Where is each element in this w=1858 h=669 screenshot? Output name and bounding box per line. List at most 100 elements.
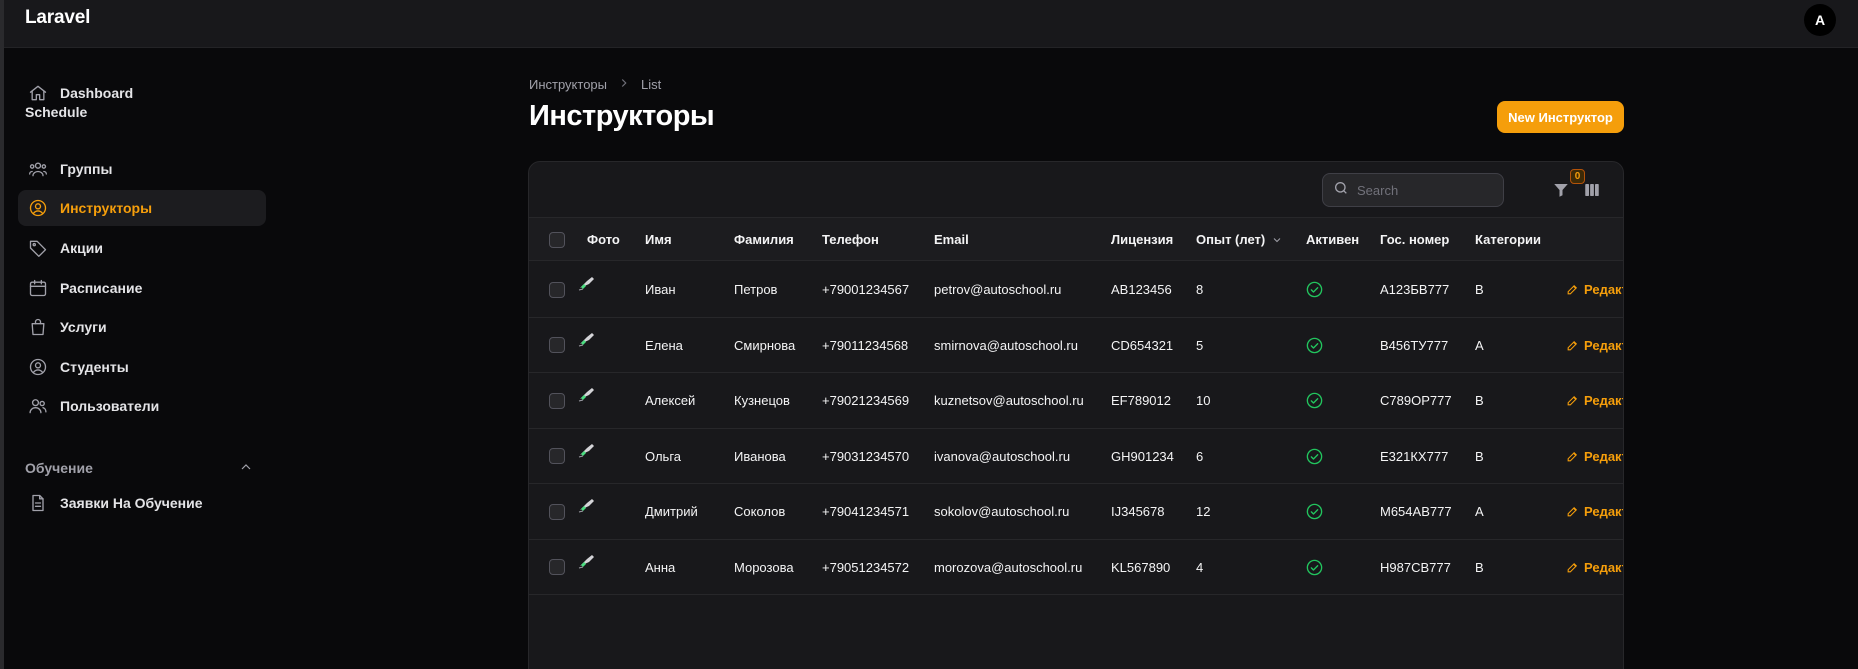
chevron-up-icon[interactable]	[238, 459, 254, 475]
table-toolbar: 0	[529, 162, 1623, 218]
edit-icon	[1567, 284, 1578, 295]
column-header-categories: Категории	[1475, 232, 1542, 247]
new-instructor-button[interactable]: New Инструктор	[1497, 101, 1624, 133]
cell-category: B	[1475, 448, 1484, 464]
breadcrumb: Инструкторы List	[529, 76, 661, 93]
row-checkbox[interactable]	[549, 559, 565, 575]
table-row[interactable]: Иван Петров +79001234567 petrov@autoschool.…	[529, 262, 1623, 318]
sidebar-item-services[interactable]: Услуги	[18, 309, 266, 345]
check-circle-icon	[1305, 540, 1324, 595]
columns-icon[interactable]	[1583, 181, 1601, 199]
sidebar-item-label: Акции	[60, 240, 103, 256]
cell-first-name: Елена	[645, 337, 683, 353]
select-all-cell	[549, 218, 565, 261]
column-header-experience[interactable]: Опыт (лет)	[1196, 218, 1283, 261]
sidebar-item-schedule[interactable]: Расписание	[18, 270, 266, 306]
sidebar-item-label: Dashboard	[60, 85, 134, 101]
cell-plate: В456ТУ777	[1380, 337, 1449, 353]
sidebar-group-training[interactable]: Обучение	[25, 460, 93, 476]
photo-icon	[578, 386, 596, 402]
cell-license: AB123456	[1111, 282, 1172, 297]
column-header-last-name: Фамилия	[734, 232, 794, 247]
cell-last-name: Соколов	[734, 504, 786, 519]
chevron-down-icon	[1273, 237, 1281, 242]
filter-icon[interactable]	[1552, 181, 1570, 199]
table-row[interactable]: Дмитрий Соколов +79041234571 sokolov@autosc…	[529, 484, 1623, 540]
table-row[interactable]: Ольга Иванова +79031234570 ivanova@autoscho…	[529, 429, 1624, 484]
cell-last-name: Кузнецов	[734, 393, 790, 408]
search-input[interactable]	[1357, 182, 1497, 198]
row-checkbox[interactable]	[549, 392, 565, 409]
cell-plate: Е321КХ777	[1380, 448, 1449, 464]
edit-button[interactable]: Редактировать	[1566, 373, 1623, 428]
table-row[interactable]: Анна Морозова +79051234572 morozova@autosch…	[529, 540, 1624, 595]
cell-email: ivanova@autoschool.ru	[934, 448, 1071, 464]
row-select-cell	[549, 318, 565, 373]
cell-experience: 5	[1196, 337, 1204, 353]
users-group-icon	[28, 159, 48, 179]
row-select-cell	[549, 262, 565, 317]
edit-button[interactable]: Редактировать	[1566, 318, 1623, 373]
row-checkbox[interactable]	[549, 337, 565, 353]
cell-first-name: Анна	[645, 559, 676, 575]
photo-icon	[578, 553, 596, 569]
sidebar-item-promotions[interactable]: Акции	[18, 230, 266, 266]
cell-category: B	[1475, 282, 1484, 297]
edit-label: Редактировать	[1584, 448, 1624, 464]
edit-label: Редактировать	[1584, 282, 1624, 297]
cell-first-name: Алексей	[645, 393, 696, 408]
chevron-right-icon	[617, 76, 631, 93]
cell-last-name: Смирнова	[734, 337, 796, 353]
edit-button[interactable]: Редактировать	[1566, 540, 1624, 595]
sidebar-item-training-requests[interactable]: Заявки На Обучение	[18, 485, 266, 521]
edit-button[interactable]: Редактировать	[1566, 429, 1624, 484]
table-row[interactable]: Алексей Кузнецов +79021234569 kuznetsov@aut…	[529, 373, 1623, 429]
calendar-icon	[28, 278, 48, 298]
row-checkbox[interactable]	[549, 281, 565, 298]
photo-icon	[578, 442, 596, 458]
search-field[interactable]	[1322, 173, 1504, 207]
check-circle-icon	[1305, 484, 1324, 539]
breadcrumb-parent[interactable]: Инструкторы	[529, 77, 607, 92]
row-checkbox[interactable]	[549, 503, 565, 520]
sidebar-item-instructors[interactable]: Инструкторы	[18, 190, 266, 226]
cell-phone: +79031234570	[822, 448, 910, 464]
sidebar: Dashboard Schedule Группы Инструкторы Ак…	[4, 48, 276, 669]
sidebar-item-label: Инструкторы	[60, 200, 153, 216]
column-header-plate: Гос. номер	[1380, 232, 1450, 247]
cell-plate: М654АВ777	[1380, 504, 1452, 519]
cell-email: sokolov@autoschool.ru	[934, 504, 1070, 519]
column-header-first-name: Имя	[645, 232, 672, 247]
cell-phone: +79001234567	[822, 282, 910, 297]
sidebar-item-students[interactable]: Студенты	[18, 349, 266, 385]
edit-button[interactable]: Редактировать	[1566, 262, 1624, 317]
photo-icon	[578, 331, 596, 347]
edit-label: Редактировать	[1584, 504, 1624, 519]
sidebar-item-groups[interactable]: Группы	[18, 151, 266, 187]
edit-icon	[1567, 395, 1578, 406]
shopping-bag-icon	[28, 317, 48, 337]
column-header-photo: Фото	[587, 232, 620, 247]
edit-icon	[1567, 562, 1578, 572]
cell-email: petrov@autoschool.ru	[934, 282, 1062, 297]
cell-plate: Н987СВ777	[1380, 559, 1451, 575]
cell-first-name: Дмитрий	[645, 504, 698, 519]
user-avatar[interactable]: A	[1804, 4, 1836, 36]
users-icon	[28, 396, 48, 416]
cell-category: B	[1475, 559, 1484, 575]
sidebar-item-users[interactable]: Пользователи	[18, 388, 266, 424]
select-all-checkbox[interactable]	[549, 231, 565, 248]
cell-last-name: Петров	[734, 282, 778, 297]
edit-label: Редактировать	[1584, 559, 1624, 575]
edit-button[interactable]: Редактировать	[1566, 484, 1624, 539]
table-row[interactable]: Елена Смирнова +79011234568 smirnova@autosc…	[529, 318, 1623, 373]
check-circle-icon	[1305, 318, 1324, 373]
row-checkbox[interactable]	[549, 448, 565, 464]
top-bar: Laravel A	[4, 0, 1858, 48]
search-icon	[1333, 180, 1349, 201]
page-title: Инструкторы	[529, 100, 715, 132]
row-select-cell	[549, 540, 565, 595]
brand-logo[interactable]: Laravel	[25, 7, 90, 29]
user-circle-icon	[28, 198, 48, 218]
sidebar-item-label: Услуги	[60, 319, 107, 335]
